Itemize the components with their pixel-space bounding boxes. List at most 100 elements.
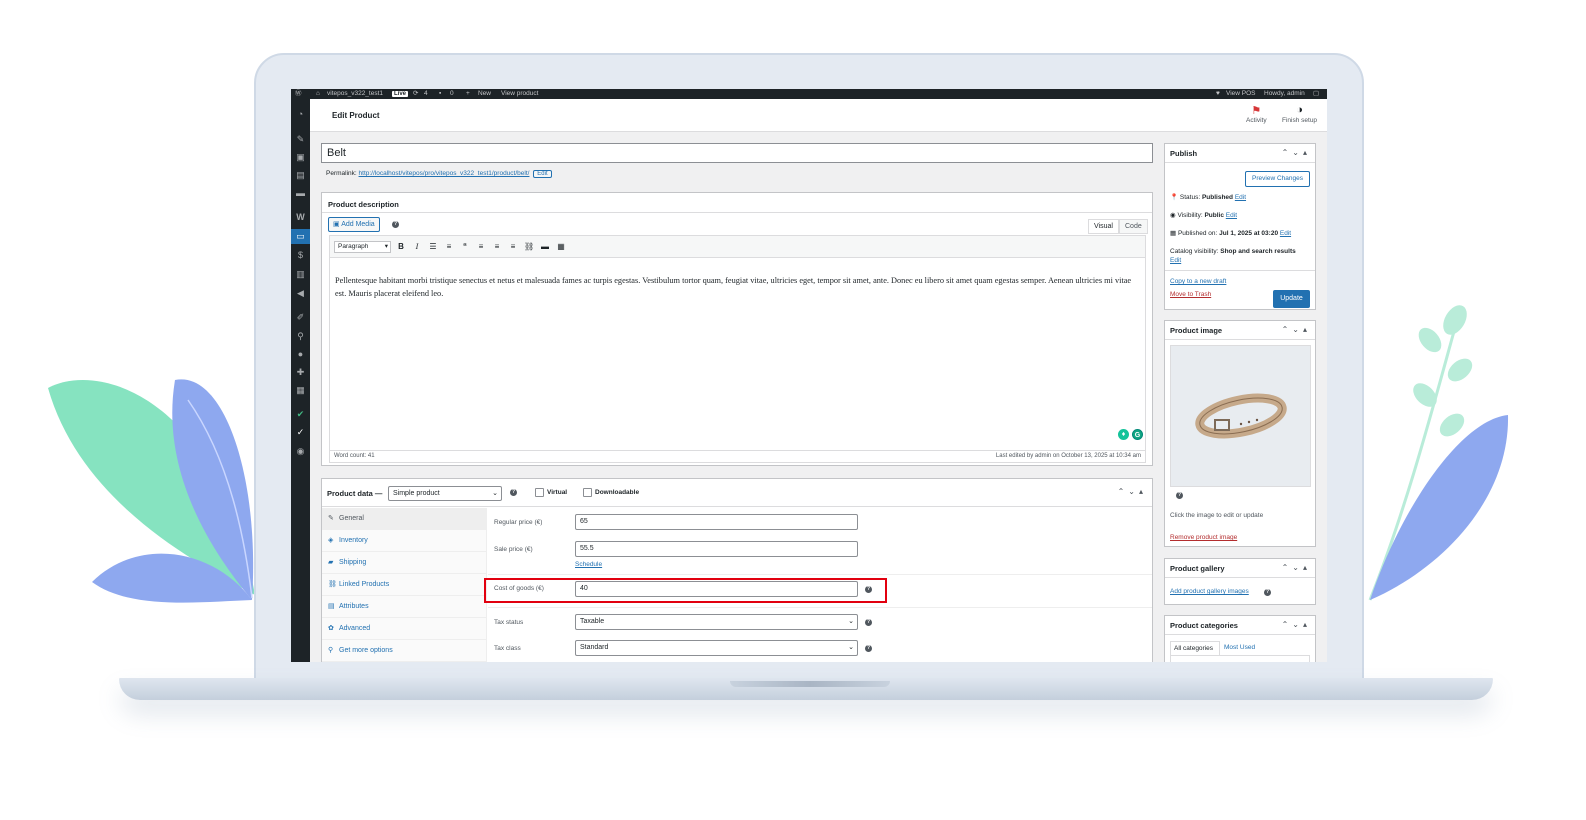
publish-box: Publish ⌃⌄▴ Preview Changes 📍 Status: Pu… (1164, 143, 1316, 310)
plus-icon[interactable]: + (466, 89, 470, 99)
tab-inventory[interactable]: ◈ Inventory (322, 530, 487, 552)
tab-get-more-options[interactable]: ⚲ Get more options (322, 640, 487, 662)
activity-button[interactable]: ⚑ Activity (1246, 104, 1267, 124)
plugins-icon[interactable]: ⚲ (295, 331, 306, 342)
collapse-icon[interactable]: ◉ (295, 446, 306, 457)
view-product-link[interactable]: View product (501, 89, 538, 99)
update-button[interactable]: Update (1273, 290, 1310, 308)
content-editor[interactable]: Paragraph ▾ B I ☰ ≡ “ ≡ ≡ ≡ ⛓ ▬ ▦ Pellent… (329, 235, 1146, 463)
box-controls[interactable]: ⌃⌄▴ (1118, 487, 1147, 496)
help-icon[interactable]: ? (865, 645, 872, 652)
tab-most-used[interactable]: Most Used (1224, 641, 1255, 655)
regular-price-input[interactable]: 65 (575, 514, 858, 530)
box-controls[interactable]: ⌃⌄▴ (1282, 325, 1311, 334)
preview-changes-button[interactable]: Preview Changes (1245, 171, 1310, 187)
published-on-edit-link[interactable]: Edit (1280, 230, 1291, 237)
bullet-list-icon[interactable]: ☰ (428, 241, 438, 253)
align-right-icon[interactable]: ≡ (508, 241, 518, 253)
tab-shipping[interactable]: ▰ Shipping (322, 552, 487, 574)
tag-icon: ◈ (328, 537, 334, 544)
tab-visual[interactable]: Visual (1088, 219, 1119, 234)
pages-icon[interactable]: ▤ (295, 170, 306, 181)
users-icon[interactable]: ● (295, 349, 306, 360)
vitepos-icon[interactable]: ✔ (295, 409, 306, 420)
link-icon[interactable]: ⛓ (524, 241, 534, 253)
dashboard-icon[interactable]: ◔ (295, 109, 306, 120)
products-icon[interactable]: ▭ (291, 229, 310, 244)
quote-icon[interactable]: “ (460, 241, 470, 253)
copy-draft-link[interactable]: Copy to a new draft (1170, 278, 1226, 285)
comments-icon[interactable]: ▪ (439, 89, 441, 99)
box-controls[interactable]: ⌃⌄▴ (1282, 620, 1311, 629)
align-center-icon[interactable]: ≡ (492, 241, 502, 253)
tab-code[interactable]: Code (1119, 219, 1148, 234)
virtual-checkbox[interactable] (535, 488, 544, 497)
help-icon[interactable]: ? (1176, 492, 1183, 499)
published-on-value: Jul 1, 2025 at 03:20 (1219, 230, 1279, 237)
status-edit-link[interactable]: Edit (1235, 194, 1246, 201)
help-icon[interactable]: ? (510, 489, 517, 496)
view-pos-link[interactable]: View POS (1226, 89, 1256, 99)
help-icon[interactable]: ? (392, 221, 399, 228)
catalog-edit-link[interactable]: Edit (1170, 257, 1181, 264)
add-media-button[interactable]: ▣ Add Media (328, 217, 380, 232)
help-icon[interactable]: ? (1264, 589, 1271, 596)
permalink-url[interactable]: http://localhost/vitepos/pro/vitepos_v32… (359, 170, 530, 177)
appearance-icon[interactable]: ✐ (295, 312, 306, 323)
howdy-link[interactable]: Howdy, admin (1264, 89, 1305, 99)
wordpress-logo-icon[interactable]: Ⓦ (295, 89, 302, 99)
marketing-icon[interactable]: ◀ (295, 288, 306, 299)
format-select[interactable]: Paragraph ▾ (334, 241, 391, 253)
remove-image-link[interactable]: Remove product image (1170, 534, 1237, 541)
tab-all-categories[interactable]: All categories (1170, 641, 1220, 655)
downloadable-checkbox[interactable] (583, 488, 592, 497)
help-icon[interactable]: ? (865, 619, 872, 626)
align-left-icon[interactable]: ≡ (476, 241, 486, 253)
editor-body-text[interactable]: Pellentesque habitant morbi tristique se… (335, 274, 1140, 300)
payments-icon[interactable]: $ (295, 250, 306, 261)
woocommerce-icon[interactable]: W (295, 212, 306, 223)
checkmark-icon[interactable]: ✓ (295, 427, 306, 438)
home-icon[interactable]: ⌂ (316, 89, 320, 99)
box-controls[interactable]: ⌃⌄▴ (1282, 563, 1311, 572)
updates-icon[interactable]: ⟳ (413, 89, 418, 99)
updates-count[interactable]: 4 (424, 89, 428, 99)
tab-advanced[interactable]: ✿ Advanced (322, 618, 487, 640)
comments-menu-icon[interactable]: ▬ (295, 188, 306, 199)
site-name-link[interactable]: vitepos_v322_test1 (327, 89, 383, 99)
grammarly-icon[interactable]: G (1132, 429, 1143, 440)
italic-icon[interactable]: I (412, 241, 422, 253)
read-more-icon[interactable]: ▬ (540, 241, 550, 253)
lightbulb-icon[interactable]: ♦ (1118, 429, 1129, 440)
tax-class-select[interactable]: Standard ⌄ (575, 640, 858, 656)
move-to-trash-link[interactable]: Move to Trash (1170, 291, 1211, 298)
wordpress-screen: Ⓦ ⌂ vitepos_v322_test1 Live ⟳ 4 ▪ 0 + Ne… (291, 89, 1327, 662)
tools-icon[interactable]: ✚ (295, 367, 306, 378)
tab-general[interactable]: ✎ General (322, 508, 487, 530)
tab-linked-products[interactable]: ⛓ Linked Products (322, 574, 487, 596)
tab-attributes[interactable]: ▤ Attributes (322, 596, 487, 618)
media-icon[interactable]: ▣ (295, 152, 306, 163)
visibility-edit-link[interactable]: Edit (1226, 212, 1237, 219)
pin-icon[interactable]: ✎ (295, 134, 306, 145)
finish-setup-button[interactable]: ◑ Finish setup (1282, 104, 1317, 124)
categories-list[interactable] (1170, 655, 1310, 662)
settings-icon[interactable]: ▦ (295, 385, 306, 396)
box-controls[interactable]: ⌃⌄▴ (1282, 148, 1311, 157)
comments-count[interactable]: 0 (450, 89, 454, 99)
toolbar-toggle-icon[interactable]: ▦ (556, 241, 566, 253)
add-gallery-images-link[interactable]: Add product gallery images (1170, 588, 1249, 595)
permalink-edit-button[interactable]: Edit (533, 170, 552, 178)
tax-status-select[interactable]: Taxable ⌄ (575, 614, 858, 630)
pos-icon[interactable]: ♥ (1216, 89, 1220, 99)
bold-icon[interactable]: B (396, 241, 406, 253)
product-image[interactable] (1170, 345, 1311, 487)
new-link[interactable]: New (478, 89, 491, 99)
analytics-icon[interactable]: ▥ (295, 269, 306, 280)
numbered-list-icon[interactable]: ≡ (444, 241, 454, 253)
product-type-select[interactable]: Simple product ⌄ (388, 486, 502, 501)
schedule-link[interactable]: Schedule (575, 561, 602, 568)
avatar[interactable]: ▢ (1313, 89, 1319, 99)
product-title-input[interactable]: Belt (321, 143, 1153, 163)
sale-price-input[interactable]: 55.5 (575, 541, 858, 557)
